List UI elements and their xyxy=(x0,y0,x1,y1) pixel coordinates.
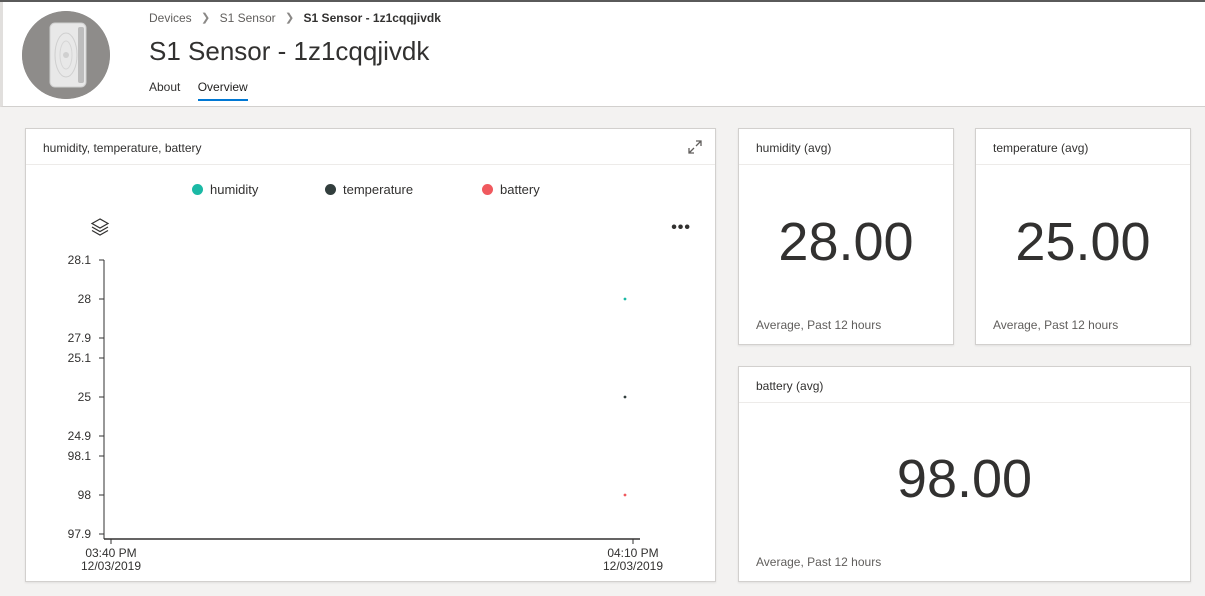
data-point-battery xyxy=(623,493,627,497)
sensor-device-icon xyxy=(22,11,110,99)
tab-overview[interactable]: Overview xyxy=(197,80,248,101)
kpi-title: humidity (avg) xyxy=(739,129,953,165)
device-avatar xyxy=(22,11,110,99)
x-tick-date-label: 12/03/2019 xyxy=(81,559,141,573)
kpi-footer: Average, Past 12 hours xyxy=(756,318,882,332)
battery-kpi-card: battery (avg) 98.00 Average, Past 12 hou… xyxy=(738,366,1191,582)
y-tick-label: 97.9 xyxy=(68,527,92,541)
kpi-value: 28.00 xyxy=(778,212,914,272)
kpi-value: 98.00 xyxy=(896,449,1033,509)
line-chart: 28.12827.925.12524.998.19897.903:40 PM12… xyxy=(68,253,664,573)
kpi-title: temperature (avg) xyxy=(976,129,1190,165)
breadcrumb: Devices ❯ S1 Sensor ❯ S1 Sensor - 1z1cqq… xyxy=(149,10,441,25)
data-point-humidity xyxy=(623,297,627,301)
y-tick-label: 98.1 xyxy=(68,449,92,463)
y-tick-label: 27.9 xyxy=(68,331,92,345)
y-tick-label: 28 xyxy=(78,292,92,306)
kpi-title: battery (avg) xyxy=(739,367,1190,403)
y-tick-label: 24.9 xyxy=(68,429,92,443)
chevron-right-icon: ❯ xyxy=(201,12,211,25)
device-header: Devices ❯ S1 Sensor ❯ S1 Sensor - 1z1cqq… xyxy=(0,2,1205,107)
kpi-footer: Average, Past 12 hours xyxy=(756,555,882,569)
x-tick-label: 03:40 PM xyxy=(85,546,136,560)
x-tick-label: 04:10 PM xyxy=(607,546,658,560)
temperature-kpi-card: temperature (avg) 25.00 Average, Past 12… xyxy=(975,128,1191,345)
y-tick-label: 25.1 xyxy=(68,351,92,365)
tab-about[interactable]: About xyxy=(149,80,180,99)
breadcrumb-item-devices[interactable]: Devices xyxy=(149,11,192,25)
humidity-kpi-card: humidity (avg) 28.00 Average, Past 12 ho… xyxy=(738,128,954,345)
y-tick-label: 25 xyxy=(78,390,92,404)
tab-bar: About Overview xyxy=(149,80,262,101)
breadcrumb-item-s1-sensor[interactable]: S1 Sensor xyxy=(220,11,276,25)
kpi-footer: Average, Past 12 hours xyxy=(993,318,1119,332)
y-tick-label: 98 xyxy=(78,488,92,502)
kpi-value: 25.00 xyxy=(1015,212,1151,272)
chevron-right-icon: ❯ xyxy=(284,12,295,25)
breadcrumb-item-current: S1 Sensor - 1z1cqqjivdk xyxy=(303,10,441,25)
x-tick-date-label: 12/03/2019 xyxy=(603,559,663,573)
page-title: S1 Sensor - 1z1cqqjivdk xyxy=(149,36,430,66)
data-point-temperature xyxy=(623,395,627,399)
line-chart-card: humidity, temperature, battery humidity … xyxy=(25,128,716,582)
y-tick-label: 28.1 xyxy=(68,253,92,267)
